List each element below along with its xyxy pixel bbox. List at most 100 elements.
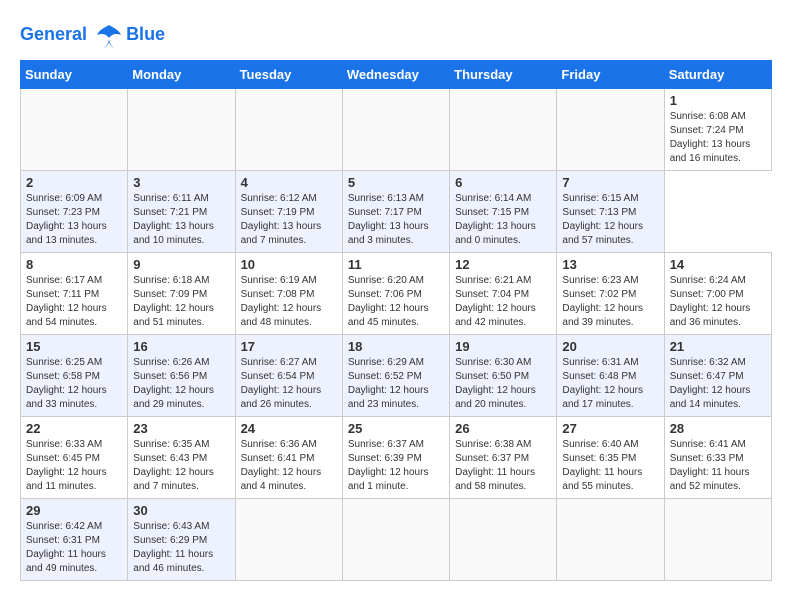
- day-number: 13: [562, 257, 658, 272]
- calendar-day-11: 11 Sunrise: 6:20 AMSunset: 7:06 PMDayligh…: [342, 253, 449, 335]
- header-thursday: Thursday: [450, 61, 557, 89]
- calendar-day-5: 5Sunrise: 6:13 AMSunset: 7:17 PMDaylight…: [342, 171, 449, 253]
- day-info: Sunrise: 6:31 AMSunset: 6:48 PMDaylight:…: [562, 356, 658, 412]
- day-info: Sunrise: 6:43 AMSunset: 6:29 PMDaylight:…: [133, 520, 229, 576]
- day-number: 28: [670, 421, 766, 436]
- day-number: 6: [455, 175, 551, 190]
- calendar-day-7: 7 Sunrise: 6:15 AMSunset: 7:13 PMDaylight…: [557, 171, 664, 253]
- calendar-day-18: 18Sunrise: 6:29 AMSunset: 6:52 PMDayligh…: [342, 335, 449, 417]
- day-info: Sunrise: 6:23 AMSunset: 7:02 PMDaylight:…: [562, 274, 658, 330]
- day-number: 4: [241, 175, 337, 190]
- day-number: 22: [26, 421, 122, 436]
- day-info: Sunrise: 6:19 AMSunset: 7:08 PMDaylight:…: [241, 274, 337, 330]
- day-info: Sunrise: 6:37 AMSunset: 6:39 PMDaylight:…: [348, 438, 444, 494]
- day-info: Sunrise: 6:38 AMSunset: 6:37 PMDaylight:…: [455, 438, 551, 494]
- empty-cell: [342, 89, 449, 171]
- day-info: Sunrise: 6:32 AMSunset: 6:47 PMDaylight:…: [670, 356, 766, 412]
- calendar-header-row: SundayMondayTuesdayWednesdayThursdayFrid…: [21, 61, 772, 89]
- day-info: Sunrise: 6:33 AMSunset: 6:45 PMDaylight:…: [26, 438, 122, 494]
- calendar-day-12: 12 Sunrise: 6:21 AMSunset: 7:04 PMDayligh…: [450, 253, 557, 335]
- calendar-day-10: 10 Sunrise: 6:19 AMSunset: 7:08 PMDayligh…: [235, 253, 342, 335]
- day-info: Sunrise: 6:15 AMSunset: 7:13 PMDaylight:…: [562, 192, 658, 248]
- empty-cell: [128, 89, 235, 171]
- empty-cell: [557, 499, 664, 581]
- day-info: Sunrise: 6:42 AMSunset: 6:31 PMDaylight:…: [26, 520, 122, 576]
- empty-cell: [21, 89, 128, 171]
- calendar-day-15: 15 Sunrise: 6:25 AMSunset: 6:58 PMDayligh…: [21, 335, 128, 417]
- day-info: Sunrise: 6:41 AMSunset: 6:33 PMDaylight:…: [670, 438, 766, 494]
- day-info: Sunrise: 6:26 AMSunset: 6:56 PMDaylight:…: [133, 356, 229, 412]
- day-info: Sunrise: 6:18 AMSunset: 7:09 PMDaylight:…: [133, 274, 229, 330]
- calendar-week-6: 29 Sunrise: 6:42 AMSunset: 6:31 PMDayligh…: [21, 499, 772, 581]
- calendar-day-8: 8 Sunrise: 6:17 AMSunset: 7:11 PMDaylight…: [21, 253, 128, 335]
- day-number: 17: [241, 339, 337, 354]
- day-number: 25: [348, 421, 444, 436]
- empty-cell: [342, 499, 449, 581]
- calendar-table: SundayMondayTuesdayWednesdayThursdayFrid…: [20, 60, 772, 581]
- day-number: 2: [26, 175, 122, 190]
- day-number: 21: [670, 339, 766, 354]
- logo-bird-icon: [94, 20, 124, 50]
- day-number: 9: [133, 257, 229, 272]
- header-tuesday: Tuesday: [235, 61, 342, 89]
- day-info: Sunrise: 6:40 AMSunset: 6:35 PMDaylight:…: [562, 438, 658, 494]
- calendar-day-9: 9 Sunrise: 6:18 AMSunset: 7:09 PMDaylight…: [128, 253, 235, 335]
- day-info: Sunrise: 6:08 AMSunset: 7:24 PMDaylight:…: [670, 110, 766, 166]
- day-number: 7: [562, 175, 658, 190]
- day-number: 26: [455, 421, 551, 436]
- calendar-day-27: 27 Sunrise: 6:40 AMSunset: 6:35 PMDayligh…: [557, 417, 664, 499]
- day-number: 11: [348, 257, 444, 272]
- day-info: Sunrise: 6:17 AMSunset: 7:11 PMDaylight:…: [26, 274, 122, 330]
- calendar-day-20: 20 Sunrise: 6:31 AMSunset: 6:48 PMDayligh…: [557, 335, 664, 417]
- day-info: Sunrise: 6:35 AMSunset: 6:43 PMDaylight:…: [133, 438, 229, 494]
- empty-cell: [557, 89, 664, 171]
- logo-blue: Blue: [126, 25, 165, 45]
- empty-cell: [664, 499, 771, 581]
- calendar-day-1: 1 Sunrise: 6:08 AMSunset: 7:24 PMDaylight…: [664, 89, 771, 171]
- day-number: 12: [455, 257, 551, 272]
- header-friday: Friday: [557, 61, 664, 89]
- logo-general: General: [20, 24, 87, 44]
- day-number: 1: [670, 93, 766, 108]
- calendar-day-26: 26 Sunrise: 6:38 AMSunset: 6:37 PMDayligh…: [450, 417, 557, 499]
- day-number: 20: [562, 339, 658, 354]
- day-number: 5: [348, 175, 444, 190]
- calendar-day-30: 30Sunrise: 6:43 AMSunset: 6:29 PMDayligh…: [128, 499, 235, 581]
- page-header: General Blue: [20, 20, 772, 50]
- calendar-day-13: 13 Sunrise: 6:23 AMSunset: 7:02 PMDayligh…: [557, 253, 664, 335]
- day-number: 19: [455, 339, 551, 354]
- day-number: 8: [26, 257, 122, 272]
- day-info: Sunrise: 6:29 AMSunset: 6:52 PMDaylight:…: [348, 356, 444, 412]
- empty-cell: [450, 499, 557, 581]
- calendar-day-14: 14 Sunrise: 6:24 AMSunset: 7:00 PMDayligh…: [664, 253, 771, 335]
- calendar-day-29: 29 Sunrise: 6:42 AMSunset: 6:31 PMDayligh…: [21, 499, 128, 581]
- logo: General Blue: [20, 20, 165, 50]
- day-info: Sunrise: 6:24 AMSunset: 7:00 PMDaylight:…: [670, 274, 766, 330]
- day-info: Sunrise: 6:25 AMSunset: 6:58 PMDaylight:…: [26, 356, 122, 412]
- calendar-day-17: 17 Sunrise: 6:27 AMSunset: 6:54 PMDayligh…: [235, 335, 342, 417]
- empty-cell: [235, 499, 342, 581]
- calendar-day-2: 2Sunrise: 6:09 AMSunset: 7:23 PMDaylight…: [21, 171, 128, 253]
- calendar-day-16: 16 Sunrise: 6:26 AMSunset: 6:56 PMDayligh…: [128, 335, 235, 417]
- calendar-day-25: 25 Sunrise: 6:37 AMSunset: 6:39 PMDayligh…: [342, 417, 449, 499]
- day-info: Sunrise: 6:20 AMSunset: 7:06 PMDaylight:…: [348, 274, 444, 330]
- day-info: Sunrise: 6:36 AMSunset: 6:41 PMDaylight:…: [241, 438, 337, 494]
- day-info: Sunrise: 6:27 AMSunset: 6:54 PMDaylight:…: [241, 356, 337, 412]
- header-monday: Monday: [128, 61, 235, 89]
- calendar-day-28: 28 Sunrise: 6:41 AMSunset: 6:33 PMDayligh…: [664, 417, 771, 499]
- calendar-day-6: 6Sunrise: 6:14 AMSunset: 7:15 PMDaylight…: [450, 171, 557, 253]
- day-number: 14: [670, 257, 766, 272]
- day-info: Sunrise: 6:30 AMSunset: 6:50 PMDaylight:…: [455, 356, 551, 412]
- day-number: 27: [562, 421, 658, 436]
- day-number: 15: [26, 339, 122, 354]
- day-number: 10: [241, 257, 337, 272]
- empty-cell: [235, 89, 342, 171]
- day-number: 29: [26, 503, 122, 518]
- calendar-day-19: 19 Sunrise: 6:30 AMSunset: 6:50 PMDayligh…: [450, 335, 557, 417]
- day-info: Sunrise: 6:21 AMSunset: 7:04 PMDaylight:…: [455, 274, 551, 330]
- calendar-week-4: 15 Sunrise: 6:25 AMSunset: 6:58 PMDayligh…: [21, 335, 772, 417]
- header-saturday: Saturday: [664, 61, 771, 89]
- calendar-week-5: 22 Sunrise: 6:33 AMSunset: 6:45 PMDayligh…: [21, 417, 772, 499]
- day-number: 16: [133, 339, 229, 354]
- empty-cell: [450, 89, 557, 171]
